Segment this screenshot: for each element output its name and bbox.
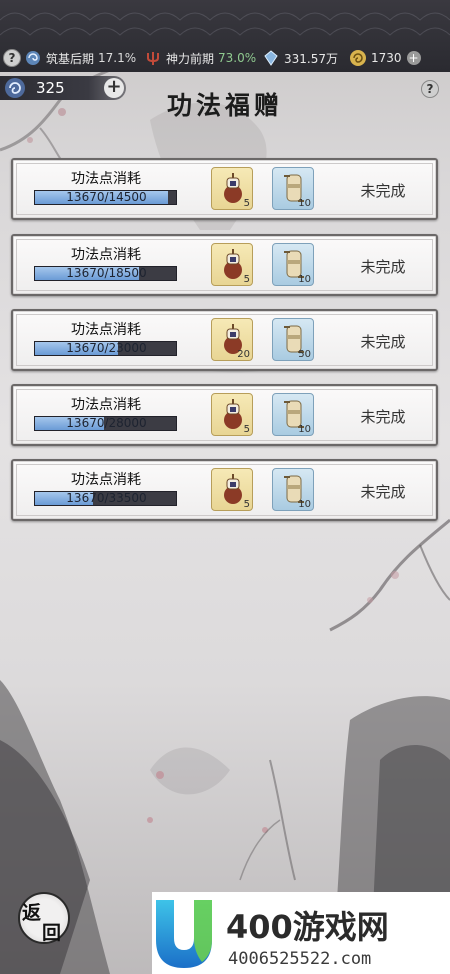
cultivation-orb-icon <box>24 49 42 67</box>
reward-count: 5 <box>243 198 250 209</box>
help-icon[interactable]: ? <box>3 49 21 67</box>
reward-item-gourd[interactable]: 5 <box>211 243 253 286</box>
progress-bar: 13670/33500 <box>34 491 177 506</box>
task-status: 未完成 <box>360 258 406 276</box>
task-status: 未完成 <box>360 182 406 200</box>
divine-trident-icon <box>144 49 162 67</box>
back-button[interactable]: 返 回 <box>18 892 70 944</box>
progress-bar: 13670/23000 <box>34 341 177 356</box>
reward-item-gourd[interactable]: 20 <box>211 318 253 361</box>
task-label: 功法点消耗 <box>71 247 141 263</box>
watermark-brand: 400游戏网 <box>226 908 389 946</box>
reward-item-gourd[interactable]: 5 <box>211 468 253 511</box>
reward-count: 10 <box>298 499 311 510</box>
reward-count: 10 <box>298 198 311 209</box>
cultivation-label: 筑基后期 <box>46 51 95 66</box>
progress-bar: 13670/14500 <box>34 190 177 205</box>
spirit-stone-stat[interactable]: 331.57万 <box>262 48 338 68</box>
cultivation-percent: 17.1% <box>98 51 137 65</box>
reward-count: 10 <box>298 424 311 435</box>
task-card: 功法点消耗 13670/28000 5 10 未完成 <box>11 384 438 446</box>
task-card: 功法点消耗 13670/14500 5 10 未完成 <box>11 158 438 220</box>
task-label: 功法点消耗 <box>71 171 141 187</box>
reward-item-scroll[interactable]: 10 <box>272 393 314 436</box>
cultivation-stat[interactable]: 筑基后期 17.1% <box>24 48 136 68</box>
watermark-phone: 4006525522.com <box>228 949 371 969</box>
progress-text: 13670/14500 <box>66 190 147 204</box>
reward-item-scroll[interactable]: 10 <box>272 468 314 511</box>
gold-swirl-icon <box>349 49 367 67</box>
status-bar: ? 筑基后期 17.1% 神力前期 73.0% 331.57万 1730 + <box>0 0 450 72</box>
reward-count: 5 <box>243 274 250 285</box>
reward-count: 5 <box>243 424 250 435</box>
task-label: 功法点消耗 <box>71 397 141 413</box>
task-label: 功法点消耗 <box>71 472 141 488</box>
task-card: 功法点消耗 13670/18500 5 10 未完成 <box>11 234 438 296</box>
back-button-char-2: 回 <box>42 922 62 944</box>
task-card: 功法点消耗 13670/33500 5 10 未完成 <box>11 459 438 521</box>
spirit-stone-crystal-icon <box>262 49 280 67</box>
watermark-logo: 400游戏网 4006525522.com <box>156 900 389 969</box>
site-watermark: 400游戏网 4006525522.com <box>152 892 450 974</box>
task-label: 功法点消耗 <box>71 322 141 338</box>
reward-item-gourd[interactable]: 5 <box>211 167 253 210</box>
progress-text: 13670/18500 <box>66 266 147 280</box>
help-icon[interactable]: ? <box>421 80 439 98</box>
back-button-char-1: 返 <box>22 902 42 924</box>
progress-text: 13670/33500 <box>66 491 147 505</box>
reward-count: 5 <box>243 499 250 510</box>
currency-stat[interactable]: 1730 + <box>349 48 421 68</box>
reward-item-gourd[interactable]: 5 <box>211 393 253 436</box>
reward-item-scroll[interactable]: 50 <box>272 318 314 361</box>
progress-bar: 13670/18500 <box>34 266 177 281</box>
task-status: 未完成 <box>360 408 406 426</box>
reward-count: 20 <box>237 349 250 360</box>
divine-power-label: 神力前期 <box>166 51 215 66</box>
currency-amount: 1730 <box>371 51 402 65</box>
progress-text: 13670/28000 <box>66 416 147 430</box>
task-card: 功法点消耗 13670/23000 20 50 未完成 <box>11 309 438 371</box>
help-button-topbar[interactable]: ? <box>3 48 21 68</box>
divine-power-percent: 73.0% <box>218 51 257 65</box>
add-currency-button[interactable]: + <box>406 51 421 65</box>
progress-bar: 13670/28000 <box>34 416 177 431</box>
divine-power-stat[interactable]: 神力前期 73.0% <box>144 48 256 68</box>
reward-count: 50 <box>298 349 311 360</box>
reward-count: 10 <box>298 274 311 285</box>
spirit-stone-amount: 331.57万 <box>284 51 338 66</box>
progress-text: 13670/23000 <box>66 341 147 355</box>
task-status: 未完成 <box>360 333 406 351</box>
page-title: 功法福赠 <box>166 91 283 120</box>
task-status: 未完成 <box>360 483 406 501</box>
reward-item-scroll[interactable]: 10 <box>272 167 314 210</box>
reward-item-scroll[interactable]: 10 <box>272 243 314 286</box>
